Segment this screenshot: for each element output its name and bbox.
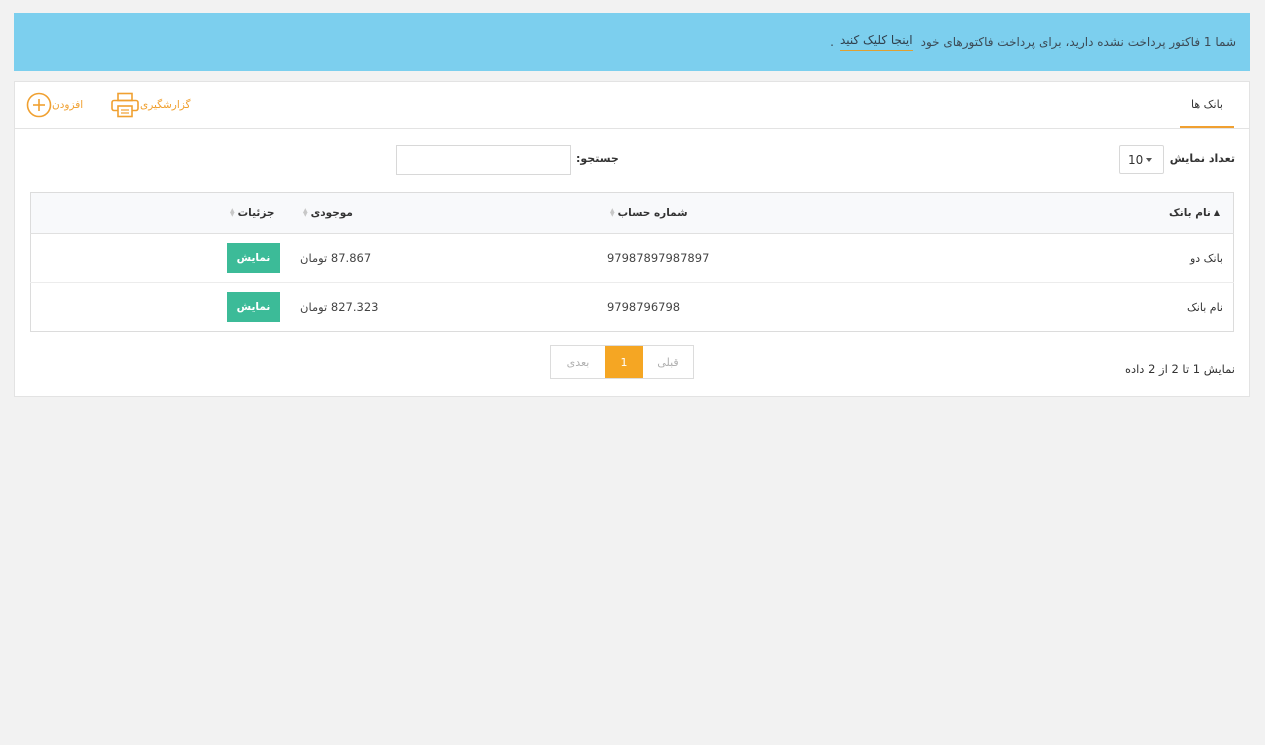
printer-icon xyxy=(110,92,140,118)
add-button[interactable]: افزودن xyxy=(26,92,87,118)
unpaid-invoice-alert: شما 1 فاکتور پرداخت نشده دارید، برای پرد… xyxy=(14,13,1250,71)
column-header-account-number[interactable]: شماره حساب▲ ▼ xyxy=(596,192,1003,234)
table-row: بانک دو 97987897987897 87.867 تومان نمای… xyxy=(30,233,1234,283)
page-length-select[interactable]: 10 xyxy=(1119,145,1164,174)
cell-account-number: 97987897987897 xyxy=(596,233,1003,283)
show-details-button[interactable]: نمایش xyxy=(227,292,280,322)
sort-asc-icon: ▲ xyxy=(1213,208,1220,217)
column-label: شماره حساب xyxy=(617,207,688,219)
column-header-details[interactable]: جزئیات▲ ▼ xyxy=(30,192,290,234)
table-header-row: ▲نام بانک شماره حساب▲ ▼ موجودی▲ ▼ جزئیات▲ ▼ xyxy=(30,192,1234,234)
table-info: نمایش 1 تا 2 از 2 داده xyxy=(1124,362,1235,376)
cell-account-number: 9798796798 xyxy=(597,283,1003,332)
banks-panel: بانک ها گزارشگیری افزودن تعداد نمایش 10 … xyxy=(14,81,1250,397)
cell-details: نمایش xyxy=(31,283,291,332)
cell-bank-name: نام بانک xyxy=(1186,300,1223,314)
banks-table: ▲نام بانک شماره حساب▲ ▼ موجودی▲ ▼ جزئیات▲ ▼… xyxy=(30,192,1234,332)
report-label: گزارشگیری xyxy=(140,99,191,111)
column-label: جزئیات xyxy=(237,207,275,219)
column-header-bank-name[interactable]: ▲نام بانک xyxy=(1002,192,1234,234)
cell-details: نمایش xyxy=(30,233,290,283)
cell-balance: 87.867 تومان xyxy=(290,233,597,283)
search-input[interactable] xyxy=(396,145,571,175)
pagination-page-1[interactable]: 1 xyxy=(605,346,643,378)
alert-pay-link[interactable]: اینجا کلیک کنید xyxy=(839,33,913,51)
search-label: جستجو: xyxy=(576,152,619,165)
cell-balance: 827.323 تومان xyxy=(290,283,597,332)
page-length-value: 10 xyxy=(1128,152,1144,167)
pagination-next[interactable]: بعدی xyxy=(551,346,605,378)
column-label: موجودی xyxy=(310,207,353,219)
report-button[interactable]: گزارشگیری xyxy=(110,92,195,118)
length-label: تعداد نمایش xyxy=(1169,152,1235,165)
panel-header: بانک ها گزارشگیری افزودن xyxy=(15,82,1249,129)
column-label: نام بانک xyxy=(1169,207,1211,219)
sort-icon: ▲ ▼ xyxy=(303,207,308,218)
account-number: 9798796798 xyxy=(606,300,681,314)
account-number: 97987897987897 xyxy=(606,251,710,265)
tab-banks[interactable]: بانک ها xyxy=(1180,82,1234,128)
column-header-balance[interactable]: موجودی▲ ▼ xyxy=(290,192,597,234)
alert-message: شما 1 فاکتور پرداخت نشده دارید، برای پرد… xyxy=(920,35,1236,49)
add-label: افزودن xyxy=(52,99,84,111)
pagination: بعدی 1 قبلی xyxy=(550,345,694,379)
sort-icon: ▲ ▼ xyxy=(609,207,615,218)
sort-icon: ▲ ▼ xyxy=(230,207,235,218)
alert-suffix: . xyxy=(830,35,834,49)
cell-bank-name: بانک دو xyxy=(1002,233,1234,283)
table-row: نام بانک 9798796798 827.323 تومان نمایش xyxy=(31,283,1234,332)
show-details-button[interactable]: نمایش xyxy=(227,243,280,273)
balance-amount: 87.867 تومان xyxy=(300,251,372,265)
plus-circle-icon xyxy=(26,92,52,118)
pagination-previous[interactable]: قبلی xyxy=(643,346,693,378)
balance-amount: 827.323 تومان xyxy=(300,300,379,314)
chevron-down-icon xyxy=(1146,158,1152,162)
